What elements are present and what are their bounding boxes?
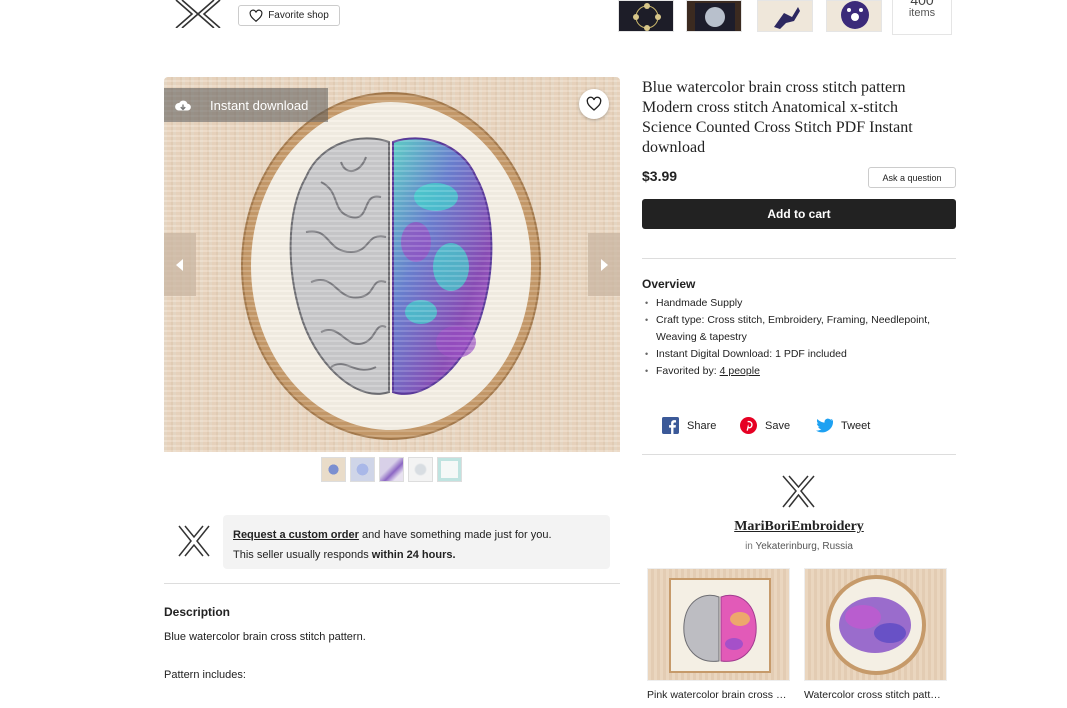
add-to-cart-button[interactable]: Add to cart <box>642 199 956 229</box>
response-time-prefix: This seller usually responds <box>233 549 372 561</box>
overview-title: Overview <box>642 277 696 291</box>
image-thumbnail[interactable] <box>379 457 404 482</box>
product-card-title[interactable]: Watercolor cross stitch pattern <box>804 689 944 701</box>
divider <box>642 454 956 455</box>
shop-item-thumbnail[interactable] <box>686 0 742 32</box>
shop-item-thumbnail[interactable] <box>826 0 882 32</box>
instant-download-label: Instant download <box>210 97 309 113</box>
overview-item: Handmade Supply <box>645 295 956 312</box>
product-card-title[interactable]: Pink watercolor brain cross stitch patte… <box>647 689 787 701</box>
seller-location: in Yekaterinburg, Russia <box>642 541 956 552</box>
tweet-label: Tweet <box>841 419 871 432</box>
divider <box>164 583 620 584</box>
favorited-prefix: Favorited by: <box>656 365 720 377</box>
overview-item: Instant Digital Download: 1 PDF included <box>645 346 956 363</box>
pinterest-icon <box>740 417 757 434</box>
description-text: Pattern includes: <box>164 669 246 681</box>
favorite-item-button[interactable] <box>579 89 609 119</box>
embroidery-hoop-image <box>243 94 539 438</box>
facebook-icon <box>662 417 679 434</box>
twitter-icon <box>816 418 833 433</box>
chevron-right-icon <box>601 258 608 271</box>
items-count-label: items <box>908 7 936 19</box>
overview-item: Craft type: Cross stitch, Embroidery, Fr… <box>645 312 956 346</box>
items-count-number: 400 <box>893 0 951 7</box>
cloud-download-icon <box>175 100 191 111</box>
request-custom-order-link[interactable]: Request a custom order <box>233 529 359 541</box>
custom-order-box: Request a custom order and have somethin… <box>223 515 610 569</box>
chevron-left-icon <box>176 258 183 271</box>
ask-question-button[interactable]: Ask a question <box>868 167 956 188</box>
response-time-value: within 24 hours. <box>371 549 456 561</box>
listing-main-image[interactable] <box>164 77 620 452</box>
custom-order-text: and have something made just for you. <box>358 529 552 541</box>
seller-name-link[interactable]: MariBoriEmbroidery <box>642 519 956 535</box>
pinterest-save-button[interactable]: Save <box>740 417 790 434</box>
share-facebook-button[interactable]: Share <box>662 417 716 434</box>
overview-list: Handmade Supply Craft type: Cross stitch… <box>642 295 956 380</box>
description-title: Description <box>164 605 231 619</box>
heart-icon <box>249 9 263 22</box>
seller-logo[interactable] <box>780 474 817 509</box>
shop-logo <box>176 523 212 559</box>
price: $3.99 <box>642 168 678 184</box>
previous-image-button[interactable] <box>164 233 196 296</box>
shop-logo[interactable] <box>172 0 224 29</box>
image-thumbnail[interactable] <box>350 457 375 482</box>
product-card-image[interactable] <box>804 568 947 681</box>
image-thumbnail[interactable] <box>408 457 433 482</box>
listing-title: Blue watercolor brain cross stitch patte… <box>642 79 913 156</box>
favorite-shop-label: Favorite shop <box>268 10 329 21</box>
share-label: Share <box>687 419 717 432</box>
image-thumbnail[interactable] <box>321 457 346 482</box>
overview-item: Favorited by: 4 people <box>645 363 956 380</box>
favorite-shop-button[interactable]: Favorite shop <box>238 5 340 26</box>
product-card-image[interactable] <box>647 568 790 681</box>
image-thumbnail[interactable] <box>437 457 462 482</box>
shop-item-thumbnail[interactable] <box>757 0 813 32</box>
instant-download-badge: Instant download <box>164 88 328 122</box>
location-value: Yekaterinburg, Russia <box>755 541 853 552</box>
divider <box>642 258 956 259</box>
description-text: Blue watercolor brain cross stitch patte… <box>164 631 366 643</box>
shop-item-thumbnail[interactable] <box>618 0 674 32</box>
save-label: Save <box>765 419 791 432</box>
heart-icon <box>586 96 602 111</box>
tweet-button[interactable]: Tweet <box>816 417 870 434</box>
favorited-people-link[interactable]: 4 people <box>720 365 760 377</box>
location-prefix: in <box>745 541 756 552</box>
shop-items-count[interactable]: 400 items <box>892 0 952 35</box>
next-image-button[interactable] <box>588 233 620 296</box>
